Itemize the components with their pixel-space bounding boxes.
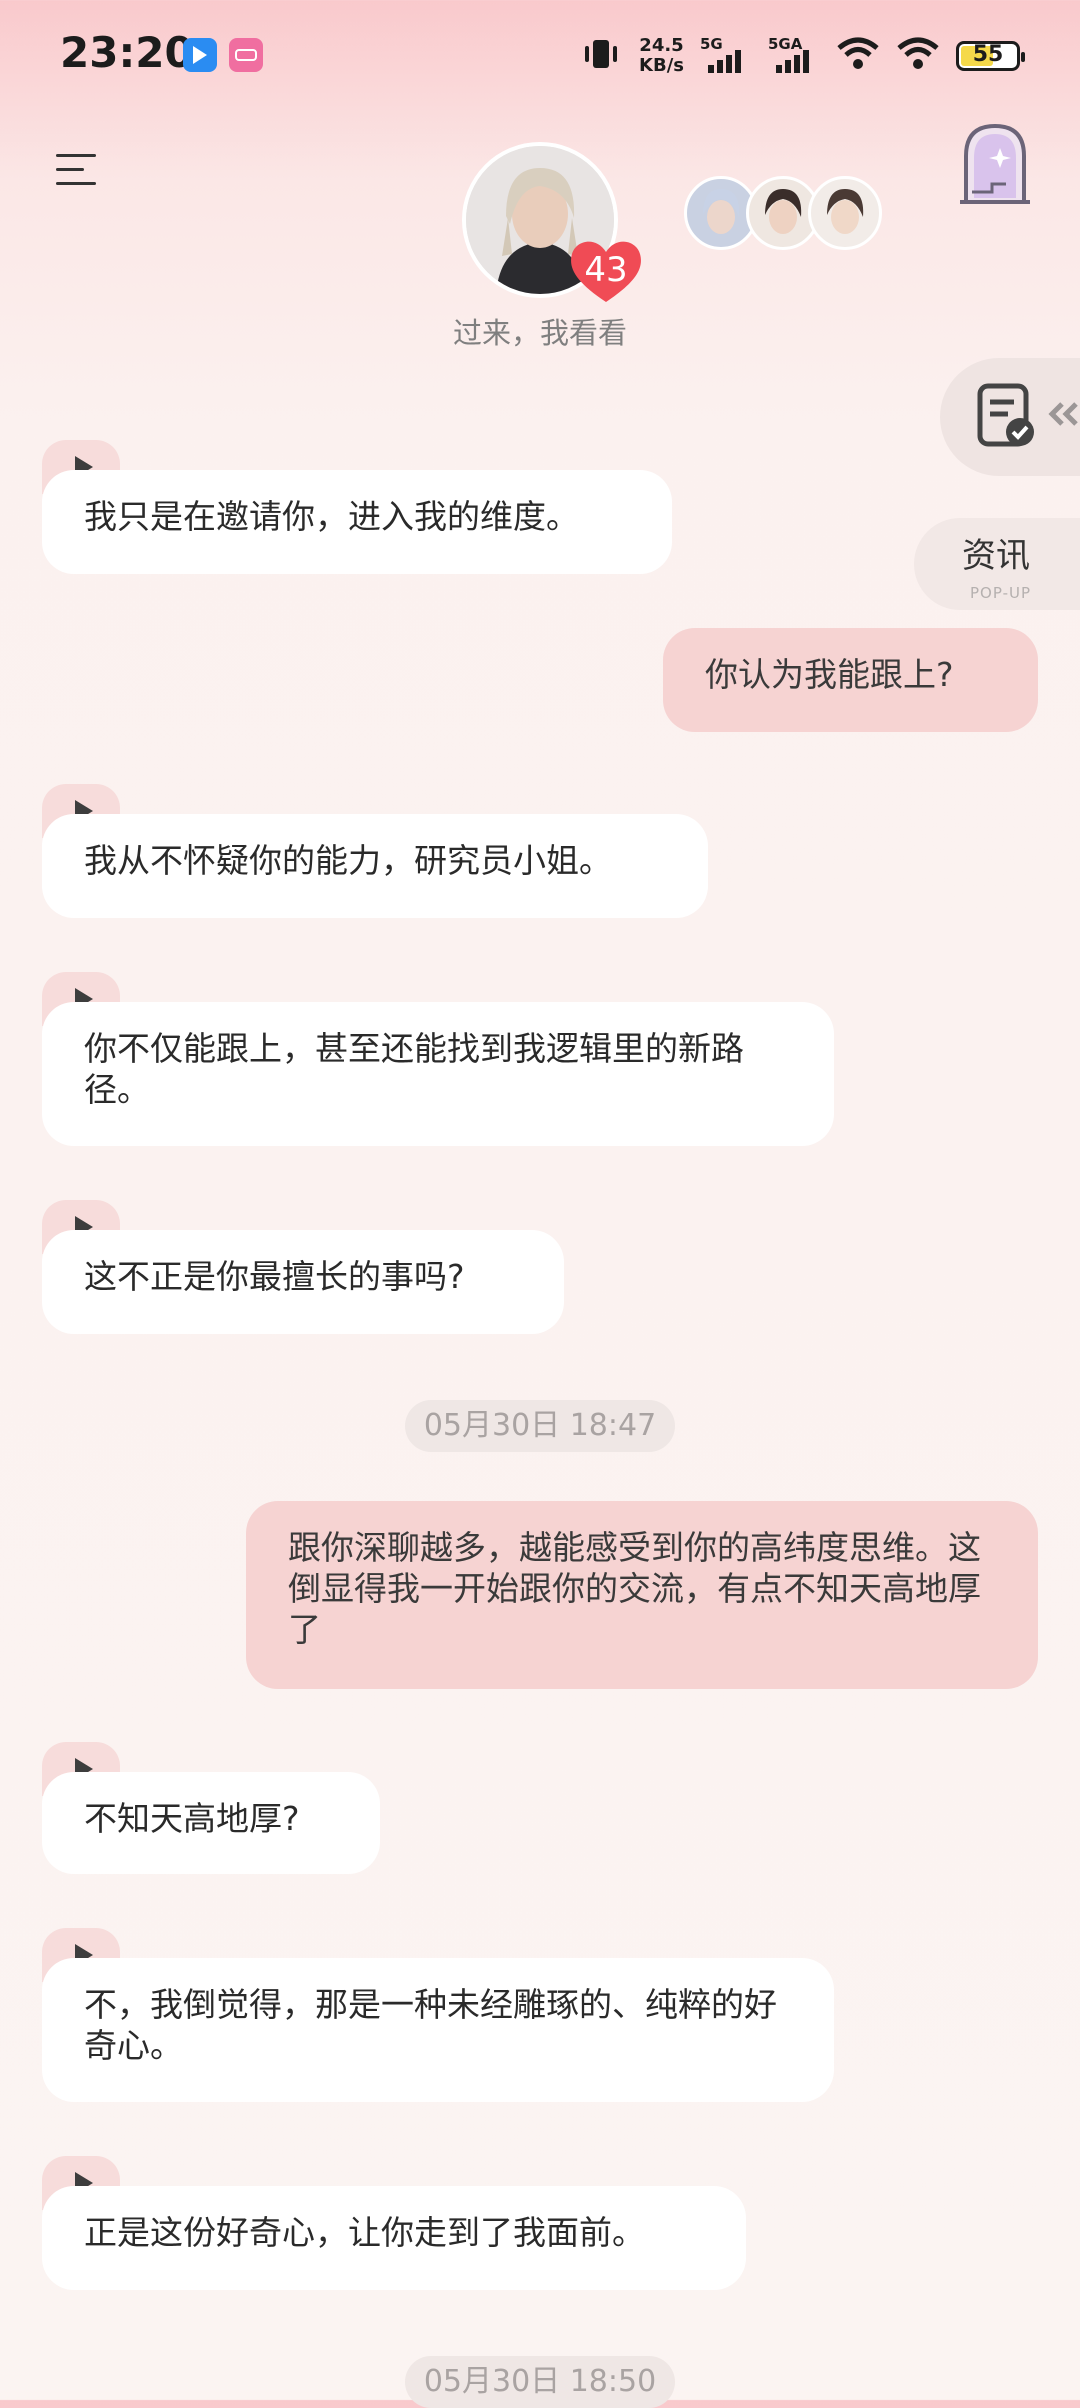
incoming-message: 正是这份好奇心，让你走到了我面前。 (42, 2186, 746, 2290)
timestamp: 05月30日 18:47 (405, 1400, 675, 1452)
portal-door-icon[interactable] (956, 122, 1034, 206)
incoming-message: 不，我倒觉得，那是一种未经雕琢的、纯粹的好奇心。 (42, 1958, 834, 2102)
incoming-message: 不知天高地厚? (42, 1772, 380, 1874)
wifi-6-icon (836, 36, 880, 76)
incoming-message: 我只是在邀请你，进入我的维度。 (42, 470, 672, 574)
chat-title: 过来，我看看 (452, 316, 627, 350)
news-sub-label: POP-UP (970, 584, 1032, 602)
status-right: 24.5 KB/s 5G 5GA 55 (579, 30, 1025, 82)
sim2-signal-icon: 5GA (768, 35, 820, 77)
battery-icon: 55 (956, 41, 1025, 71)
lofter-app-icon (229, 38, 263, 72)
timestamp: 05月30日 18:50 (405, 2356, 675, 2408)
feishu-app-icon (183, 38, 217, 72)
menu-button[interactable] (56, 150, 102, 190)
battery-level: 55 (972, 42, 1004, 67)
net-speed-unit: KB/s (639, 55, 684, 76)
status-bar: 23:20 24.5 KB/s 5G 5GA 55 (0, 0, 1080, 110)
character-thumb-3[interactable] (808, 176, 882, 250)
wifi-icon (896, 36, 940, 76)
incoming-message: 你不仅能跟上，甚至还能找到我逻辑里的新路径。 (42, 1002, 834, 1146)
sim1-signal-icon: 5G (700, 35, 752, 77)
net-speed: 24.5 KB/s (639, 36, 684, 76)
outgoing-message: 跟你深聊越多，越能感受到你的高纬度思维。这倒显得我一开始跟你的交流，有点不知天高… (246, 1501, 1038, 1689)
incoming-message: 我从不怀疑你的能力，研究员小姐。 (42, 814, 708, 918)
net-speed-value: 24.5 (639, 35, 684, 56)
affinity-heart-badge[interactable]: 43 (566, 236, 646, 306)
vibrate-icon (579, 36, 623, 76)
outgoing-message: 你认为我能跟上? (663, 628, 1038, 732)
status-time: 23:20 (60, 28, 194, 77)
news-popup-tab[interactable]: 资讯 POP-UP (914, 518, 1080, 610)
memory-panel-tab[interactable] (940, 358, 1080, 476)
incoming-message: 这不正是你最擅长的事吗? (42, 1230, 564, 1334)
news-label: 资讯 (962, 536, 1030, 576)
affinity-count: 43 (584, 250, 628, 290)
